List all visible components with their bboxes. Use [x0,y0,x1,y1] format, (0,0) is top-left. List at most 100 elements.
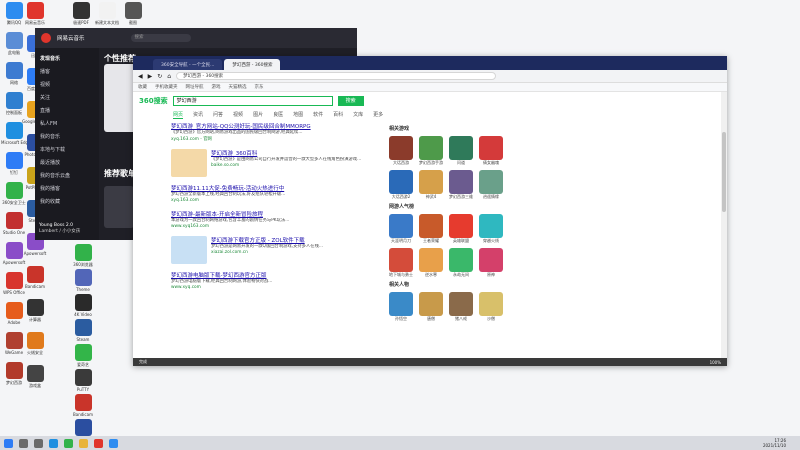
result-title-link[interactable]: 梦幻西游_360百科 [211,149,371,157]
search-logo[interactable]: 360搜索 [139,96,168,106]
sidebar-grid-item[interactable]: 逍遥情缘 [479,170,503,200]
windows-icon[interactable] [4,438,13,448]
sidebar-grid-item[interactable]: 唐僧 [419,292,443,322]
music-sidebar-item[interactable]: 我的音乐 [40,130,94,143]
browser-tab[interactable]: 梦幻西游 - 360搜索 [224,59,281,70]
sidebar-grid-item[interactable]: 梦幻西游三维版 [449,170,473,200]
music-icon[interactable] [94,438,103,448]
desktop-icon[interactable]: 极速PDF [68,2,94,25]
sidebar-grid-item[interactable]: 倩女幽魂 [479,136,503,166]
sidebar-grid-item[interactable]: 大话西游 [389,136,413,166]
music-sidebar-item[interactable]: 私人FM [40,117,94,130]
music-sidebar-item[interactable]: 我的音乐云盘 [40,169,94,182]
search-category-tab[interactable]: 文库 [353,111,363,119]
desktop-icon[interactable]: Bandicam [70,394,96,417]
sidebar-grid-item[interactable]: 沙僧 [479,292,503,322]
search-input[interactable]: 梦幻西游 [172,96,333,106]
music-search-input[interactable]: 搜索 [130,34,191,42]
desktop-icon[interactable]: 截图 [120,2,146,25]
music-sidebar-item[interactable]: 最近播放 [40,156,94,169]
sidebar-grid-item[interactable]: 地下城与勇士 [389,248,413,278]
result-title-link[interactable]: 梦幻西游11.11大促-免费畅玩-活动火热进行中 [171,184,371,192]
sidebar-grid-item[interactable]: 王者荣耀 [419,214,443,244]
search-category-tab[interactable]: 资讯 [193,111,203,119]
scrollbar-thumb[interactable] [722,132,726,212]
result-url[interactable]: www.xyq163.com [171,224,371,229]
bookmark-item[interactable]: 手机收藏夹 [155,84,178,90]
desktop-icon[interactable]: Bandicam [22,266,48,289]
result-thumbnail[interactable] [171,149,207,177]
sidebar-grid-item[interactable]: 神武4 [419,170,443,200]
search-icon[interactable] [19,438,28,448]
search-category-tab[interactable]: 视频 [233,111,243,119]
scrollbar[interactable] [721,92,727,358]
task-view-icon[interactable] [34,438,43,448]
result-thumbnail[interactable] [171,236,207,264]
search-category-tab[interactable]: 软件 [313,111,323,119]
sidebar-grid-item[interactable]: 孙悟空 [389,292,413,322]
result-title-link[interactable]: 梦幻西游-最新版本-开启全新冒险旅程 [171,210,371,218]
sidebar-grid-item[interactable]: 永劫无间 [449,248,473,278]
bookmark-item[interactable]: 游戏 [212,84,221,90]
desktop-icon[interactable]: PuTTY [70,369,96,392]
sidebar-grid-item[interactable]: 问道 [449,136,473,166]
search-category-tab[interactable]: 更多 [373,111,383,119]
result-url[interactable]: xyq.163.com [171,198,371,203]
home-icon[interactable]: ⌂ [167,73,171,80]
result-url[interactable]: www.xyq.com [171,285,371,290]
result-url[interactable]: xyq.163.com - 官网 [171,136,371,142]
browser-tab[interactable]: 360安全导航 - 一个全民... [153,59,223,70]
desktop-icon[interactable]: 新建文本文档 [94,2,120,25]
sidebar-grid-item[interactable]: 穿越火线 [479,214,503,244]
desktop-icon[interactable]: 爱奇艺 [70,344,96,367]
desktop-icon[interactable]: 计算器 [22,299,48,322]
desktop-icon[interactable]: 360浏览器 [70,244,96,267]
back-icon[interactable]: ◀ [138,73,143,80]
search-category-tab[interactable]: 图片 [253,111,263,119]
bookmark-item[interactable]: 天猫精选 [229,84,247,90]
refresh-icon[interactable]: ↻ [157,73,162,80]
music-sidebar-item[interactable]: 直播 [40,104,94,117]
music-sidebar-item[interactable]: 关注 [40,91,94,104]
sidebar-grid-item[interactable]: 原神 [479,248,503,278]
sidebar-grid-item[interactable]: 逆水寒 [419,248,443,278]
music-sidebar-item[interactable]: 视频 [40,78,94,91]
sidebar-grid-item[interactable]: 大话西游2 [389,170,413,200]
music-sidebar-item[interactable]: 我的播客 [40,182,94,195]
music-sidebar-item[interactable]: 发现音乐 [40,52,94,65]
sidebar-grid-item[interactable]: 梦幻西游手游 [419,136,443,166]
qq-icon[interactable] [109,438,118,448]
bookmark-item[interactable]: 收藏 [138,84,147,90]
search-button[interactable]: 搜索 [337,96,364,106]
music-now-playing[interactable]: Young Boss 2.0 Lambert / 小小女孩 [39,223,80,234]
music-titlebar[interactable]: 网易云音乐 搜索 [35,28,357,48]
result-title-link[interactable]: 梦幻西游_官方网站-QQ公测好玩-国民级回合制MMORPG [171,122,371,130]
address-bar[interactable]: 梦幻西游 - 360搜索 [176,72,497,80]
music-playlist-card[interactable] [104,186,134,228]
bookmark-item[interactable]: 京东 [255,84,264,90]
sidebar-grid-item[interactable]: 英雄联盟 [449,214,473,244]
sidebar-grid-item[interactable]: 天涯明月刀 [389,214,413,244]
music-sidebar-item[interactable]: 本地与下载 [40,143,94,156]
desktop-icon[interactable]: 游戏盒 [22,365,48,388]
result-title-link[interactable]: 梦幻西游电脑版下载-梦幻西游官方正版 [171,271,371,279]
search-category-tab[interactable]: 地图 [293,111,303,119]
desktop-icon[interactable]: Theme [70,269,96,292]
bookmark-item[interactable]: 网址导航 [186,84,204,90]
folder-icon[interactable] [79,438,88,448]
desktop-icon[interactable]: Steam [70,319,96,342]
zoom-level[interactable]: 100% [710,360,721,365]
edge-icon[interactable] [49,438,58,448]
desktop-icon[interactable]: 4K Video [70,294,96,317]
search-category-tab[interactable]: 问答 [213,111,223,119]
desktop-icon[interactable]: 网易云音乐 [22,2,48,25]
search-category-tab[interactable]: 网页 [173,111,184,119]
sidebar-grid-item[interactable]: 猪八戒 [449,292,473,322]
forward-icon[interactable]: ▶ [148,73,153,80]
desktop-icon[interactable]: 火绒安全 [22,332,48,355]
taskbar-clock[interactable]: 17:26 2021/11/10 [763,438,786,448]
result-title-link[interactable]: 梦幻西游下载官方正版 - ZOL软件下载 [211,236,371,244]
search-category-tab[interactable]: 百科 [333,111,343,119]
music-sidebar-item[interactable]: 我的收藏 [40,195,94,208]
browser-icon[interactable] [64,438,73,448]
